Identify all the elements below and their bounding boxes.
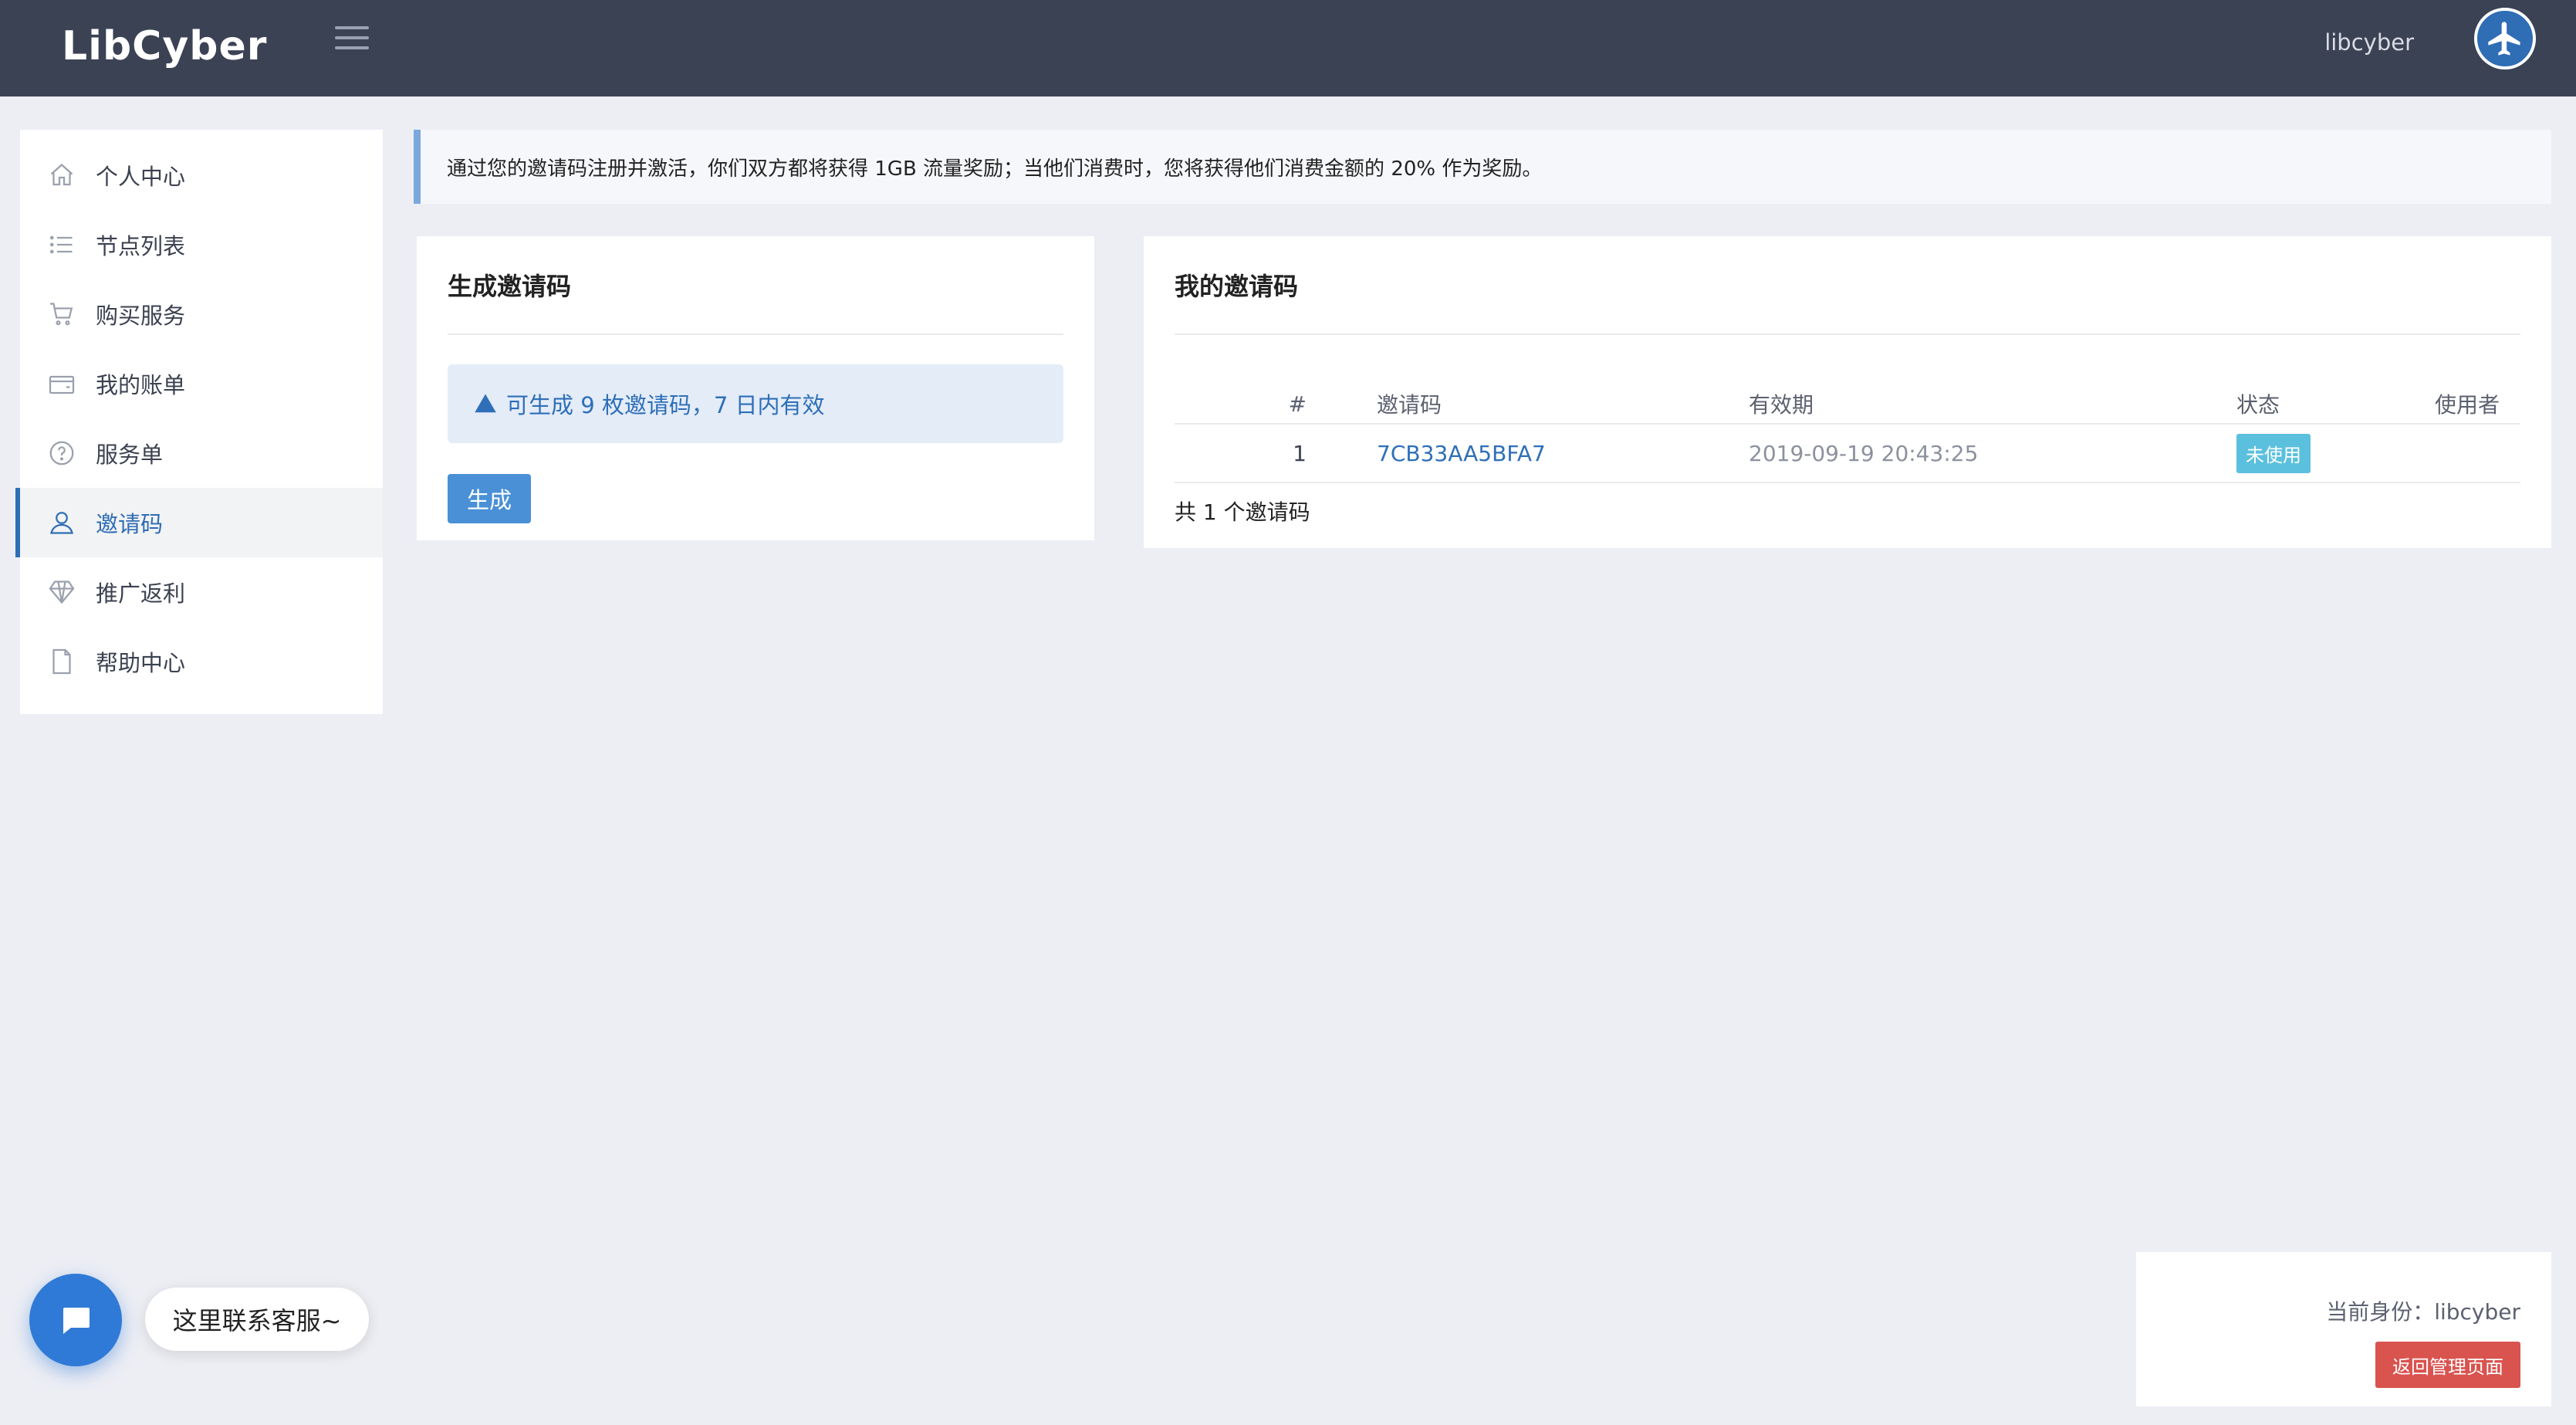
column-header: 使用者 — [2434, 384, 2520, 425]
brand-logo[interactable]: LibCyber — [62, 23, 267, 69]
chat-button[interactable] — [29, 1274, 122, 1366]
sidebar-item-tickets[interactable]: 服务单 — [20, 418, 383, 488]
sidebar-item-label: 我的账单 — [96, 372, 186, 398]
sidebar-item-invite-code[interactable]: 邀请码 — [15, 488, 383, 557]
invite-quota-alert: 可生成 9 枚邀请码，7 日内有效 — [448, 364, 1063, 443]
sidebar-item-label: 帮助中心 — [96, 650, 186, 676]
user-icon — [46, 507, 77, 538]
status-badge: 未使用 — [2236, 433, 2311, 473]
identity-panel: 当前身份：libcyber 返回管理页面 — [2136, 1252, 2551, 1406]
sidebar-item-label: 服务单 — [96, 442, 164, 468]
diamond-icon — [46, 577, 77, 608]
avatar[interactable] — [2474, 8, 2536, 69]
sidebar: 个人中心 节点列表 购买服务 我的账单 服务单 邀请码 推广返利 帮助中心 — [15, 130, 383, 714]
total-count: 共 1 个邀请码 — [1175, 499, 1310, 525]
sidebar-item-label: 购买服务 — [96, 303, 186, 329]
code-user — [2434, 424, 2520, 483]
sidebar-item-label: 节点列表 — [96, 233, 186, 259]
chat-icon — [63, 1308, 90, 1334]
my-invite-codes-card: 我的邀请码 # 邀请码 有效期 状态 使用者 1 7CB33AA5BFA7 20… — [1144, 236, 2551, 548]
top-navbar: LibCyber libcyber — [0, 0, 2576, 96]
sidebar-item-personal-center[interactable]: 个人中心 — [20, 140, 383, 210]
return-admin-button[interactable]: 返回管理页面 — [2375, 1342, 2520, 1388]
invite-code-link[interactable]: 7CB33AA5BFA7 — [1377, 441, 1546, 466]
home-icon — [46, 160, 77, 191]
expiry-date: 2019-09-19 20:43:25 — [1749, 440, 1979, 466]
sidebar-item-help-center[interactable]: 帮助中心 — [20, 627, 383, 696]
generate-button[interactable]: 生成 — [448, 474, 531, 523]
column-header: 状态 — [2236, 384, 2434, 425]
sidebar-item-referral[interactable]: 推广返利 — [20, 557, 383, 627]
sidebar-item-node-list[interactable]: 节点列表 — [20, 210, 383, 279]
card-title: 我的邀请码 — [1175, 267, 2520, 335]
generate-invite-card: 生成邀请码 可生成 9 枚邀请码，7 日内有效 生成 — [417, 236, 1094, 540]
warning-icon — [474, 392, 497, 415]
current-identity: 当前身份：libcyber — [2326, 1299, 2520, 1325]
sidebar-item-label: 邀请码 — [96, 511, 164, 537]
username[interactable]: libcyber — [2324, 29, 2414, 56]
wallet-icon — [46, 368, 77, 399]
invite-notice: 通过您的邀请码注册并激活，你们双方都将获得 1GB 流量奖励；当他们消费时，您将… — [414, 130, 2551, 204]
column-header: 邀请码 — [1376, 384, 1748, 425]
table-header-row: # 邀请码 有效期 状态 使用者 — [1175, 384, 2520, 425]
airplane-icon — [2488, 22, 2520, 56]
alert-text: 可生成 9 枚邀请码，7 日内有效 — [506, 392, 825, 418]
invite-codes-table: # 邀请码 有效期 状态 使用者 1 7CB33AA5BFA7 2019-09-… — [1175, 384, 2520, 483]
sidebar-item-purchase[interactable]: 购买服务 — [20, 279, 383, 349]
column-header: 有效期 — [1748, 384, 2236, 425]
list-icon — [46, 229, 77, 260]
card-title: 生成邀请码 — [448, 267, 1063, 335]
cart-icon — [46, 299, 77, 330]
chat-tooltip[interactable]: 这里联系客服~ — [145, 1288, 369, 1351]
sidebar-item-label: 推广返利 — [96, 580, 186, 607]
column-header: # — [1175, 384, 1376, 425]
notice-text: 通过您的邀请码注册并激活，你们双方都将获得 1GB 流量奖励；当他们消费时，您将… — [447, 157, 1543, 181]
sidebar-item-label: 个人中心 — [96, 164, 186, 190]
row-number: 1 — [1175, 424, 1376, 483]
document-icon — [46, 646, 77, 677]
hamburger-icon[interactable] — [335, 26, 369, 52]
table-row: 1 7CB33AA5BFA7 2019-09-19 20:43:25 未使用 — [1175, 424, 2520, 483]
sidebar-item-bills[interactable]: 我的账单 — [20, 349, 383, 418]
help-circle-icon — [46, 438, 77, 469]
